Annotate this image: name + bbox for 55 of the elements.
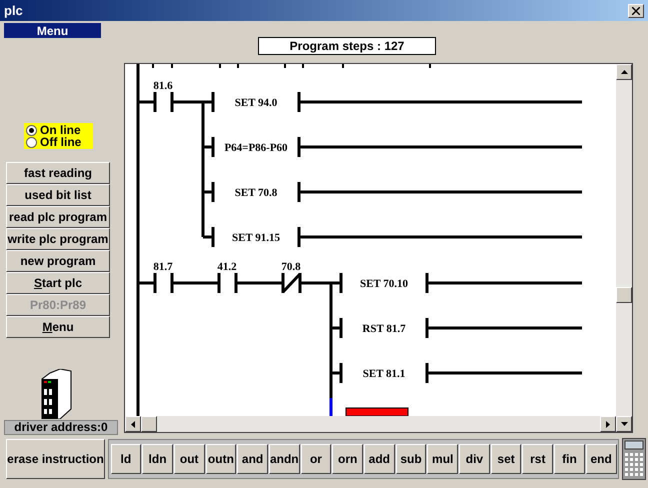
up-arrow-icon xyxy=(620,70,628,74)
instruction-button[interactable]: orn xyxy=(332,444,363,474)
instruction-button[interactable]: set xyxy=(490,444,522,474)
contact-label: 81.6 xyxy=(153,80,173,92)
window-title: plc xyxy=(4,2,23,20)
vertical-scrollbar[interactable] xyxy=(616,64,632,416)
program-steps-display: Program steps : 127 xyxy=(258,37,436,55)
instruction-button[interactable]: or xyxy=(300,444,332,474)
left-arrow-icon xyxy=(131,420,135,428)
drive-unit-icon xyxy=(40,369,72,419)
instruction-button[interactable]: andn xyxy=(268,444,300,474)
scrollbar-thumb[interactable] xyxy=(616,287,632,303)
side-button[interactable]: used bit list xyxy=(6,184,110,206)
instruction-button[interactable]: div xyxy=(459,444,490,474)
contact-label: 41.2 xyxy=(217,261,237,273)
side-button[interactable]: new program xyxy=(6,250,110,272)
instruction-label: SET 70.10 xyxy=(360,278,408,290)
horizontal-scrollbar[interactable] xyxy=(125,416,616,432)
instruction-label: P64=P86-P60 xyxy=(224,142,288,154)
instruction-button[interactable]: mul xyxy=(427,444,458,474)
instruction-button[interactable]: outn xyxy=(206,444,236,474)
instruction-button[interactable]: and xyxy=(237,444,268,474)
close-icon xyxy=(632,6,640,14)
instruction-label: SET 94.0 xyxy=(234,97,278,109)
highlighted-line xyxy=(330,398,332,416)
down-arrow-icon xyxy=(620,422,628,426)
scrollbar-thumb[interactable] xyxy=(141,416,157,432)
side-button[interactable]: fast reading xyxy=(6,162,110,184)
instruction-label: SET 91.15 xyxy=(232,232,280,244)
side-button[interactable]: Start plc xyxy=(6,272,110,294)
radio-option[interactable]: Off line xyxy=(26,136,91,148)
side-button[interactable]: write plc program xyxy=(6,228,110,250)
instruction-label: SET 70.8 xyxy=(234,187,278,199)
instruction-label: SET 81.1 xyxy=(362,368,406,380)
contact-label: 70.8 xyxy=(281,261,301,273)
erase-instruction-button[interactable]: erase instruction xyxy=(6,439,105,479)
side-button[interactable]: read plc program xyxy=(6,206,110,228)
instruction-button[interactable]: add xyxy=(364,444,395,474)
calculator-icon xyxy=(622,438,646,480)
instruction-label: RST 81.7 xyxy=(362,323,406,335)
instruction-button[interactable]: sub xyxy=(396,444,426,474)
menu-bar[interactable]: Menu xyxy=(4,23,101,38)
radio-option[interactable]: On line xyxy=(26,124,91,136)
right-arrow-icon xyxy=(606,420,610,428)
instruction-button[interactable]: out xyxy=(174,444,205,474)
side-button[interactable]: Menu xyxy=(6,316,110,338)
instruction-button[interactable]: rst xyxy=(522,444,554,474)
instruction-button[interactable]: ld xyxy=(110,444,142,474)
close-button[interactable] xyxy=(628,4,644,18)
instruction-button[interactable]: end xyxy=(586,444,616,474)
contact-label: 81.7 xyxy=(153,261,173,273)
instruction-button[interactable]: fin xyxy=(554,444,585,474)
instruction-button[interactable]: ldn xyxy=(142,444,173,474)
driver-address-label: driver address:0 xyxy=(4,420,118,435)
contact-symbol xyxy=(236,272,302,294)
